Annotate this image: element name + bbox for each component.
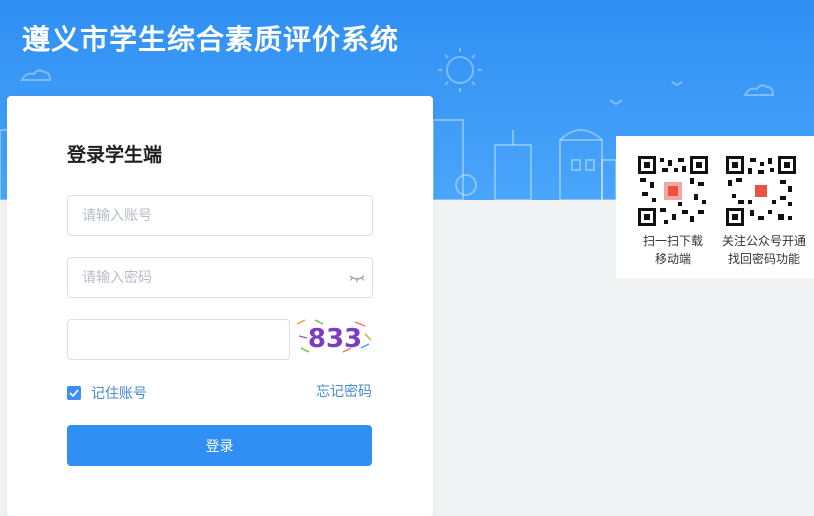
eye-closed-icon[interactable]: [348, 270, 366, 284]
remember-checkbox[interactable]: [67, 386, 81, 400]
qr-panel: 扫一扫下载 移动端 关注公众号开通 找回密码功能: [616, 136, 814, 278]
wechat-official-account-qr-code: [726, 156, 796, 226]
check-icon: [69, 389, 79, 397]
app-download-qr-code: [638, 156, 708, 226]
captcha-image[interactable]: 833: [295, 318, 373, 356]
password-field: [67, 257, 373, 298]
login-title: 登录学生端: [67, 144, 163, 166]
remember-label: 记住账号: [91, 386, 147, 402]
captcha-input[interactable]: [68, 320, 289, 359]
wechat-account-caption: 关注公众号开通 找回密码功能: [721, 234, 806, 266]
forgot-password-link[interactable]: 忘记密码: [316, 381, 372, 401]
remember-account[interactable]: 记住账号: [67, 383, 147, 403]
app-title: 遵义市学生综合素质评价系统: [22, 23, 400, 56]
login-button[interactable]: 登录: [67, 425, 372, 466]
app-download-caption: 扫一扫下载 移动端: [642, 234, 703, 266]
password-input[interactable]: [68, 258, 372, 297]
captcha-text: 833: [308, 324, 362, 354]
login-card: 登录学生端 833: [7, 96, 433, 516]
account-field: [67, 195, 373, 236]
account-input[interactable]: [68, 196, 372, 235]
captcha-field: [67, 319, 290, 360]
